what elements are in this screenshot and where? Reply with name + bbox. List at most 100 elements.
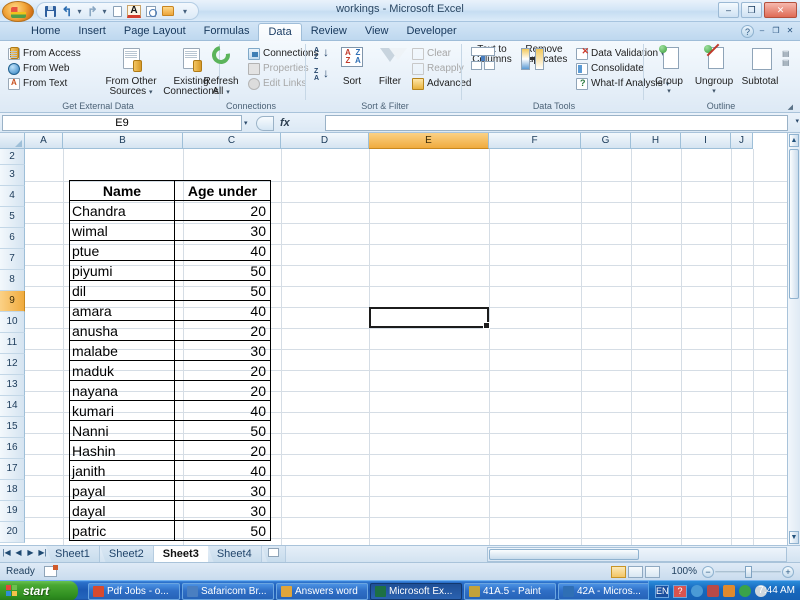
formula-input[interactable] xyxy=(325,115,788,131)
taskbar-item[interactable]: Safaricom Br... xyxy=(182,583,274,600)
view-normal-button[interactable] xyxy=(611,566,626,578)
cell-age[interactable]: 20 xyxy=(174,440,271,461)
cell-age[interactable]: 30 xyxy=(174,500,271,521)
row-header-7[interactable]: 7 xyxy=(0,249,25,270)
zoom-slider-handle[interactable] xyxy=(745,566,752,578)
name-box[interactable]: E9 xyxy=(2,115,242,131)
row-header-18[interactable]: 18 xyxy=(0,480,25,501)
expand-formula-bar-icon[interactable]: ▾ xyxy=(795,117,799,125)
cell-age[interactable]: 20 xyxy=(174,380,271,401)
view-page-layout-button[interactable] xyxy=(628,566,643,578)
cell-age[interactable]: 40 xyxy=(174,400,271,421)
vertical-scrollbar[interactable]: ▲ ▼ xyxy=(787,133,800,545)
cell-name[interactable]: patric xyxy=(69,520,175,541)
cell-age[interactable]: 50 xyxy=(174,420,271,441)
cell-name[interactable]: Nanni xyxy=(69,420,175,441)
outline-detail-icons[interactable]: ▤ ▤ xyxy=(782,49,790,67)
cell-name[interactable]: janith xyxy=(69,460,175,481)
insert-worksheet-icon[interactable] xyxy=(262,546,286,563)
sheet-tab-sheet2[interactable]: Sheet2 xyxy=(100,546,154,563)
cell-name[interactable]: amara xyxy=(69,300,175,321)
sort-button[interactable]: AZ ZA Sort xyxy=(334,45,370,87)
scroll-down-button[interactable]: ▼ xyxy=(789,531,799,544)
column-header-j[interactable]: J xyxy=(731,133,753,149)
cell-name[interactable]: ptue xyxy=(69,240,175,261)
name-box-dropdown-icon[interactable]: ▾ xyxy=(244,119,248,127)
table-row[interactable]: janith40 xyxy=(70,461,271,481)
row-header-4[interactable]: 4 xyxy=(0,186,25,207)
row-header-10[interactable]: 10 xyxy=(0,312,25,333)
workbook-close-icon[interactable]: ✕ xyxy=(784,25,796,37)
row-header-8[interactable]: 8 xyxy=(0,270,25,291)
cell-name[interactable]: malabe xyxy=(69,340,175,361)
scroll-up-button[interactable]: ▲ xyxy=(789,134,799,147)
cell-name[interactable]: Hashin xyxy=(69,440,175,461)
table-header-age[interactable]: Age under xyxy=(174,180,271,201)
text-to-columns-button[interactable]: Text to Columns xyxy=(468,45,516,65)
from-access-button[interactable]: From Access xyxy=(6,46,83,61)
table-row[interactable]: patric50 xyxy=(70,521,271,541)
vertical-scroll-thumb[interactable] xyxy=(789,149,799,299)
column-header-b[interactable]: B xyxy=(63,133,183,149)
from-other-sources-button[interactable]: From Other Sources ▾ xyxy=(104,45,158,98)
sort-ascending-icon[interactable]: AZ xyxy=(314,47,329,63)
cell-name[interactable]: dayal xyxy=(69,500,175,521)
row-header-13[interactable]: 13 xyxy=(0,375,25,396)
row-header-9[interactable]: 9 xyxy=(0,291,25,312)
cell-name[interactable]: wimal xyxy=(69,220,175,241)
row-header-6[interactable]: 6 xyxy=(0,228,25,249)
cell-name[interactable]: anusha xyxy=(69,320,175,341)
tray-shield-icon[interactable] xyxy=(691,585,703,597)
sort-descending-icon[interactable]: ZA xyxy=(314,68,329,84)
row-header-17[interactable]: 17 xyxy=(0,459,25,480)
taskbar-clock[interactable]: 7:44 AM xyxy=(758,585,795,596)
tab-developer[interactable]: Developer xyxy=(397,23,465,41)
tray-antivirus-icon[interactable] xyxy=(723,585,735,597)
table-row[interactable]: maduk20 xyxy=(70,361,271,381)
table-row[interactable]: ptue40 xyxy=(70,241,271,261)
cell-name[interactable]: Chandra xyxy=(69,200,175,221)
tab-home[interactable]: Home xyxy=(22,23,69,41)
row-header-11[interactable]: 11 xyxy=(0,333,25,354)
macro-record-icon[interactable] xyxy=(44,566,57,577)
workbook-restore-icon[interactable]: ❐ xyxy=(770,25,782,37)
ungroup-dropdown-icon[interactable]: ▾ xyxy=(712,87,716,97)
tab-page-layout[interactable]: Page Layout xyxy=(115,23,195,41)
minimize-button[interactable]: – xyxy=(718,2,739,18)
horizontal-scroll-thumb[interactable] xyxy=(489,549,639,560)
cell-name[interactable]: piyumi xyxy=(69,260,175,281)
table-header-row[interactable]: NameAge under xyxy=(70,181,271,201)
cell-age[interactable]: 50 xyxy=(174,280,271,301)
table-row[interactable]: kumari40 xyxy=(70,401,271,421)
sheet-tab-sheet3[interactable]: Sheet3 xyxy=(154,546,208,563)
group-dropdown-icon[interactable]: ▾ xyxy=(667,87,671,97)
group-button[interactable]: Group ▾ xyxy=(648,45,690,97)
table-row[interactable]: dayal30 xyxy=(70,501,271,521)
row-header-16[interactable]: 16 xyxy=(0,438,25,459)
view-page-break-button[interactable] xyxy=(645,566,660,578)
table-row[interactable]: piyumi50 xyxy=(70,261,271,281)
cell-age[interactable]: 30 xyxy=(174,340,271,361)
restore-button[interactable]: ❐ xyxy=(741,2,762,18)
table-row[interactable]: wimal30 xyxy=(70,221,271,241)
cell-age[interactable]: 50 xyxy=(174,520,271,541)
other-sources-dropdown-icon[interactable]: ▾ xyxy=(149,89,153,96)
table-row[interactable]: malabe30 xyxy=(70,341,271,361)
column-header-e[interactable]: E xyxy=(369,133,489,149)
cell-name[interactable]: kumari xyxy=(69,400,175,421)
table-row[interactable]: amara40 xyxy=(70,301,271,321)
row-header-14[interactable]: 14 xyxy=(0,396,25,417)
column-header-d[interactable]: D xyxy=(281,133,369,149)
active-cell-selection[interactable] xyxy=(369,307,489,328)
tray-help-icon[interactable]: ? xyxy=(673,585,687,598)
column-header-h[interactable]: H xyxy=(631,133,681,149)
horizontal-scrollbar[interactable] xyxy=(487,547,787,562)
column-header-i[interactable]: I xyxy=(681,133,731,149)
table-row[interactable]: Hashin20 xyxy=(70,441,271,461)
column-header-g[interactable]: G xyxy=(581,133,631,149)
cell-age[interactable]: 50 xyxy=(174,260,271,281)
tab-insert[interactable]: Insert xyxy=(69,23,115,41)
column-header-f[interactable]: F xyxy=(489,133,581,149)
refresh-all-dropdown-icon[interactable]: ▾ xyxy=(226,89,230,96)
zoom-level-label[interactable]: 100% xyxy=(671,566,697,577)
